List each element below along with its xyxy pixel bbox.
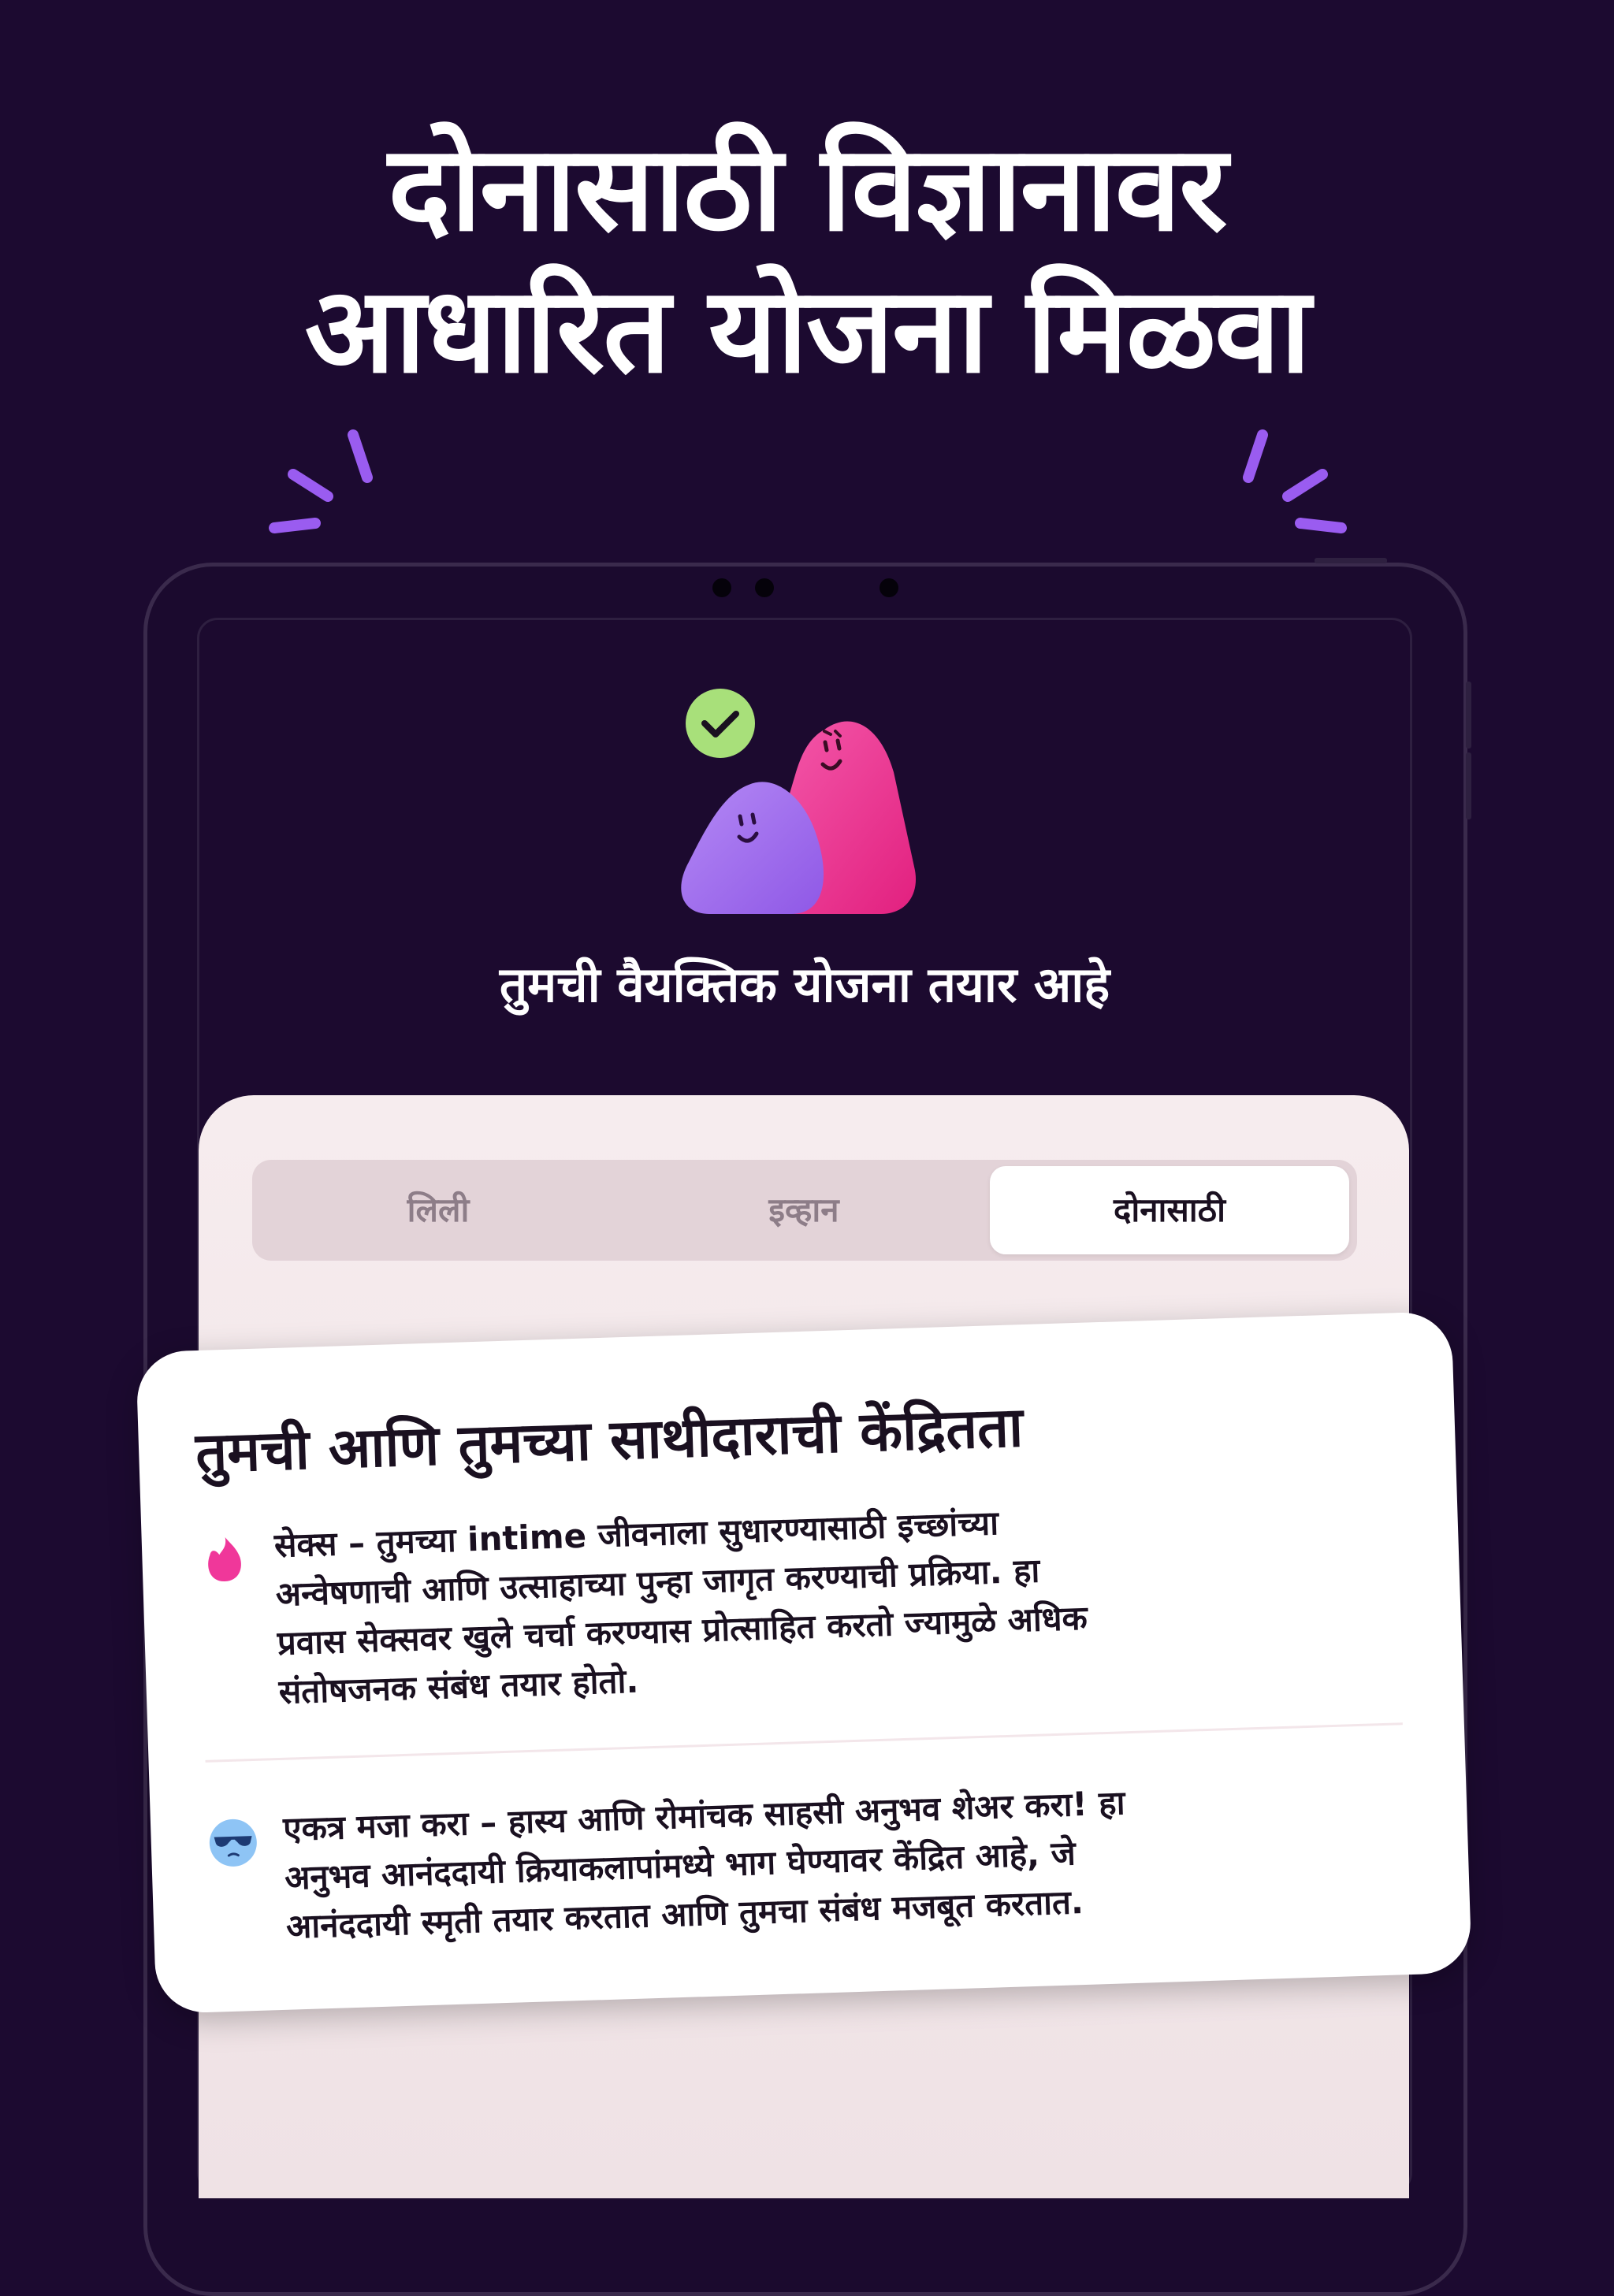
focus-item-fun: एकत्र मजा करा – हास्य आणि रोमांचक साहसी … — [206, 1769, 1441, 1965]
flame-icon — [208, 1536, 241, 1582]
camera-sensor — [880, 578, 898, 597]
focus-item-sex: सेक्स – तुमच्या intime जीवनाला सुधारण्या… — [198, 1485, 1433, 1729]
focus-card: तुमची आणि तुमच्या साथीदाराची केंद्रितता … — [136, 1310, 1472, 2015]
headline: दोनासाठी विज्ञानावर आधारित योजना मिळवा — [0, 118, 1614, 402]
sparkle-right-icon — [1243, 429, 1347, 533]
headline-line-1: दोनासाठी विज्ञानावर — [388, 121, 1227, 258]
device-side-button — [1466, 752, 1471, 819]
tab-lily[interactable]: लिली — [258, 1166, 618, 1254]
partner-segmented-control: लिली इव्हान दोनासाठी — [252, 1160, 1357, 1261]
device-top-button — [1315, 558, 1387, 563]
camera-lens — [755, 578, 774, 597]
couple-illustration — [681, 689, 917, 914]
sparkle-left-icon — [269, 429, 373, 533]
headline-line-2: आधारित योजना मिळवा — [304, 262, 1311, 399]
tab-ivan[interactable]: इव्हान — [624, 1166, 984, 1254]
focus-card-title: तुमची आणि तुमच्या साथीदाराची केंद्रितता — [194, 1395, 1025, 1486]
tab-together[interactable]: दोनासाठी — [990, 1166, 1349, 1254]
cool-face-icon — [209, 1819, 257, 1867]
plan-ready-title: तुमची वैयक्तिक योजना तयार आहे — [499, 956, 1110, 1013]
device-side-button — [1466, 682, 1471, 749]
camera-lens — [712, 578, 731, 597]
divider — [205, 1722, 1403, 1763]
check-badge-icon — [686, 689, 755, 758]
